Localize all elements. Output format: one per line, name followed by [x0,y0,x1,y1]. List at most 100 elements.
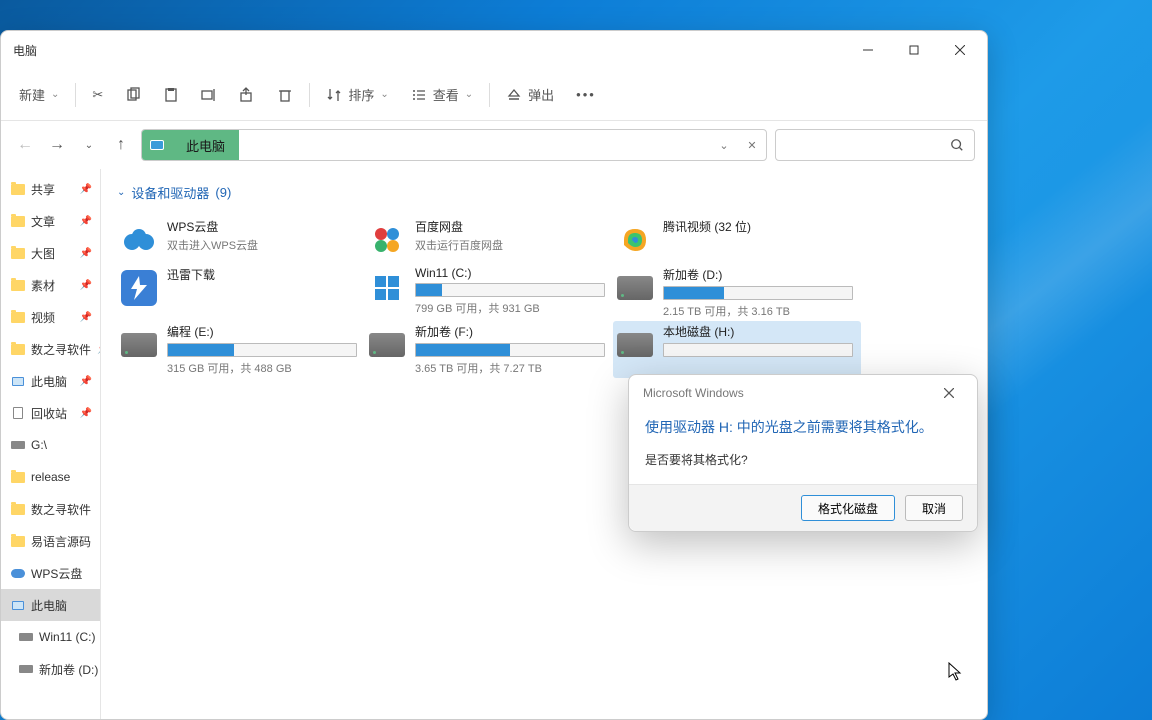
item-name: 编程 (E:) [167,323,361,340]
sidebar-item[interactable]: release [1,461,100,493]
drive-icon [121,327,157,363]
trash-icon [277,87,293,103]
sidebar-item[interactable]: 回收站📌 [1,397,100,429]
pin-icon: 📌 [80,408,92,419]
folder-icon [11,342,25,356]
sidebar-item-label: 文章 [31,213,55,230]
toolbar: 新建⌄ ✂ 排序⌄ 查看⌄ 弹出 ••• [1,69,987,121]
dialog-question: 是否要将其格式化? [645,451,961,468]
item-subtitle: 315 GB 可用，共 488 GB [167,360,361,376]
drive-icon [369,327,405,363]
sidebar-item[interactable]: 文章📌 [1,205,100,237]
sidebar-item-label: 新加卷 (D:) [39,661,98,678]
refresh-or-clear-button[interactable]: ✕ [738,130,766,160]
item-subtitle: 799 GB 可用，共 931 GB [415,300,609,316]
share-button[interactable] [229,77,265,113]
sidebar-item[interactable]: G:\ [1,429,100,461]
history-dropdown-button[interactable]: ⌄ [710,130,738,160]
breadcrumb-current[interactable]: 此电脑 [172,130,239,160]
pc-icon [11,374,25,388]
minimize-button[interactable] [845,35,891,65]
delete-button[interactable] [267,77,303,113]
sidebar-item-label: 视频 [31,309,55,326]
back-button[interactable]: ← [13,133,37,157]
forward-button[interactable]: → [45,133,69,157]
sidebar-item[interactable]: 视频📌 [1,301,100,333]
pin-icon: 📌 [80,248,92,259]
recent-button[interactable]: ⌄ [77,133,101,157]
item-name: 新加卷 (D:) [663,266,857,283]
drive-icon [617,270,653,306]
sidebar-item[interactable]: 数之寻软件📌 [1,333,100,365]
dialog-message: 使用驱动器 H: 中的光盘之前需要将其格式化。 [645,417,961,437]
group-title: 设备和驱动器 [131,183,209,202]
drive-item[interactable]: 新加卷 (F:)3.65 TB 可用，共 7.27 TB [365,321,613,378]
drive-item[interactable]: 编程 (E:) 315 GB 可用，共 488 GB [117,321,365,378]
format-disk-button[interactable]: 格式化磁盘 [801,495,895,521]
close-button[interactable] [937,35,983,65]
sidebar-item[interactable]: 共享📌 [1,173,100,205]
dialog-close-button[interactable] [935,379,963,407]
chevron-down-icon: ⌄ [117,187,125,198]
search-icon [950,138,964,152]
pin-icon: 📌 [97,344,100,355]
group-header[interactable]: ⌄ 设备和驱动器 (9) [117,183,971,202]
sidebar-item[interactable]: 此电脑 [1,589,100,621]
eject-button[interactable]: 弹出 [496,77,564,113]
drive-icon [19,662,33,676]
up-button[interactable]: ↑ [109,133,133,157]
sidebar-item-label: 此电脑 [31,373,67,390]
app-item[interactable]: 迅雷下载 [117,264,365,321]
sidebar-item[interactable]: 新加卷 (D:) [1,653,100,685]
rename-button[interactable] [191,77,227,113]
item-name: 腾讯视频 (32 位) [663,218,857,235]
capacity-bar [415,283,605,297]
sidebar-item[interactable]: 大图 📌 [1,237,100,269]
navbar: ← → ⌄ ↑ 此电脑 ⌄ ✕ [1,121,987,169]
copy-button[interactable] [115,77,151,113]
cloud-icon [11,566,25,580]
sidebar-item-label: release [31,470,70,484]
sort-button[interactable]: 排序⌄ [316,77,398,113]
sidebar-item-label: 大图 [31,245,55,262]
app-item[interactable]: 腾讯视频 (32 位) [613,216,861,264]
drive-item[interactable]: 新加卷 (D:)2.15 TB 可用，共 3.16 TB [613,264,861,321]
tencent-icon [617,222,653,258]
sidebar-item[interactable]: 此电脑 📌 [1,365,100,397]
address-bar[interactable]: 此电脑 ⌄ ✕ [141,129,767,161]
sidebar-item[interactable]: 易语言源码 [1,525,100,557]
location-icon [142,130,172,160]
view-icon [411,87,427,103]
drive-item[interactable]: Win11 (C:)799 GB 可用，共 931 GB [365,264,613,321]
item-name: 本地磁盘 (H:) [663,323,857,340]
more-button[interactable]: ••• [566,77,606,113]
sidebar-item-label: Win11 (C:) [39,630,95,644]
sidebar-item[interactable]: 数之寻软件 [1,493,100,525]
items-grid: WPS云盘双击进入WPS云盘百度网盘双击运行百度网盘 腾讯视频 (32 位) 迅雷下… [117,216,971,378]
sidebar-item-label: 数之寻软件 [31,501,91,518]
search-input[interactable] [775,129,975,161]
pin-icon: 📌 [80,376,92,387]
capacity-bar [415,343,605,357]
sidebar-item[interactable]: WPS云盘 [1,557,100,589]
drive-item[interactable]: 本地磁盘 (H:) [613,321,861,378]
item-subtitle: 双击进入WPS云盘 [167,237,361,253]
sidebar-item[interactable]: 素材📌 [1,269,100,301]
sidebar-item[interactable]: Win11 (C:) [1,621,100,653]
drive-icon [11,438,25,452]
app-item[interactable]: WPS云盘双击进入WPS云盘 [117,216,365,264]
maximize-button[interactable] [891,35,937,65]
view-button[interactable]: 查看⌄ [401,77,483,113]
folder-icon [11,502,25,516]
dialog-title: Microsoft Windows [643,386,744,400]
item-subtitle: 3.65 TB 可用，共 7.27 TB [415,360,609,376]
cancel-button[interactable]: 取消 [905,495,963,521]
folder-icon [11,246,25,260]
titlebar: 电脑 [1,31,987,69]
folder-icon [11,534,25,548]
cut-button[interactable]: ✂ [82,77,113,113]
new-button[interactable]: 新建⌄ [9,77,69,113]
app-item[interactable]: 百度网盘双击运行百度网盘 [365,216,613,264]
folder-icon [11,214,25,228]
paste-button[interactable] [153,77,189,113]
